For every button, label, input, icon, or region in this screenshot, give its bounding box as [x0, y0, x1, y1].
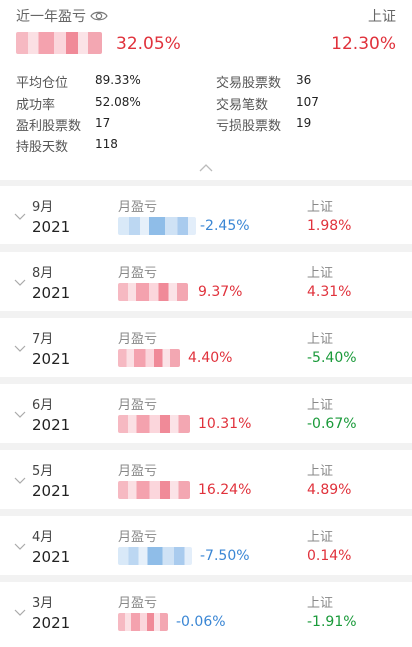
stat-success-rate-label: 成功率: [16, 98, 56, 113]
monthly-pnl-label: 月盈亏: [118, 398, 158, 413]
monthly-pnl-label: 月盈亏: [118, 464, 158, 479]
masked-amount: [118, 415, 190, 433]
stat-trade-count-value: 107: [296, 95, 319, 109]
month-card-sep[interactable]: 9月 2021 月盈亏 -2.45% 上证 1.98%: [0, 186, 412, 244]
chevron-down-icon[interactable]: [14, 477, 26, 485]
benchmark-return: 12.30%: [331, 34, 396, 54]
monthly-pnl-label: 月盈亏: [118, 530, 158, 545]
benchmark-label: 上证: [368, 9, 396, 25]
masked-amount: [118, 217, 196, 235]
benchmark-value: 4.89%: [307, 482, 352, 498]
stat-trade-count-label: 交易笔数: [216, 98, 269, 113]
stat-avg-position-label: 平均仓位: [16, 76, 69, 91]
chevron-down-icon[interactable]: [14, 411, 26, 419]
masked-amount: [118, 283, 188, 301]
month-label: 8月: [32, 266, 54, 281]
monthly-return: 9.37%: [198, 284, 243, 300]
monthly-pnl-label: 月盈亏: [118, 332, 158, 347]
chevron-down-icon[interactable]: [14, 609, 26, 617]
monthly-return: -2.45%: [200, 218, 250, 234]
benchmark-value: 0.14%: [307, 548, 352, 564]
month-label: 3月: [32, 596, 54, 611]
stat-holding-days-value: 118: [95, 137, 118, 151]
stat-loss-stocks-value: 19: [296, 116, 312, 130]
monthly-return: -0.06%: [176, 614, 226, 630]
month-card-jul[interactable]: 7月 2021 月盈亏 4.40% 上证 -5.40%: [0, 318, 412, 377]
masked-amount: [16, 32, 102, 54]
benchmark-label: 上证: [307, 464, 334, 479]
month-label: 9月: [32, 200, 54, 215]
benchmark-value: 1.98%: [307, 218, 352, 234]
month-card-aug[interactable]: 8月 2021 月盈亏 9.37% 上证 4.31%: [0, 252, 412, 311]
chevron-up-icon[interactable]: [199, 163, 213, 173]
masked-amount: [118, 547, 192, 565]
period-title: 近一年盈亏: [16, 6, 108, 26]
masked-amount: [118, 349, 180, 367]
chevron-down-icon[interactable]: [14, 345, 26, 353]
monthly-return: 10.31%: [198, 416, 252, 432]
stat-holding-days-label: 持股天数: [16, 140, 69, 155]
benchmark-value: -1.91%: [307, 614, 357, 630]
stat-traded-stocks-value: 36: [296, 73, 312, 87]
month-label: 4月: [32, 530, 54, 545]
month-card-apr[interactable]: 4月 2021 月盈亏 -7.50% 上证 0.14%: [0, 516, 412, 575]
stat-success-rate-value: 52.08%: [95, 95, 141, 109]
stat-traded-stocks-label: 交易股票数: [216, 76, 282, 91]
monthly-pnl-label: 月盈亏: [118, 200, 158, 215]
year-label: 2021: [32, 218, 71, 236]
year-label: 2021: [32, 416, 71, 434]
benchmark-value: -5.40%: [307, 350, 357, 366]
benchmark-label: 上证: [307, 398, 334, 413]
benchmark-label: 上证: [307, 200, 334, 215]
eye-icon[interactable]: [90, 9, 108, 23]
year-label: 2021: [32, 284, 71, 302]
chevron-down-icon[interactable]: [14, 279, 26, 287]
year-label: 2021: [32, 548, 71, 566]
monthly-pnl-label: 月盈亏: [118, 266, 158, 281]
period-return: 32.05%: [116, 34, 181, 54]
stat-profit-stocks-value: 17: [95, 116, 111, 130]
stat-loss-stocks-label: 亏损股票数: [216, 119, 282, 134]
chevron-down-icon[interactable]: [14, 213, 26, 221]
benchmark-label: 上证: [307, 266, 334, 281]
year-label: 2021: [32, 350, 71, 368]
benchmark-label: 上证: [307, 596, 334, 611]
monthly-return: 4.40%: [188, 350, 233, 366]
year-label: 2021: [32, 614, 71, 632]
month-label: 5月: [32, 464, 54, 479]
month-card-jun[interactable]: 6月 2021 月盈亏 10.31% 上证 -0.67%: [0, 384, 412, 443]
year-label: 2021: [32, 482, 71, 500]
benchmark-value: -0.67%: [307, 416, 357, 432]
monthly-return: -7.50%: [200, 548, 250, 564]
monthly-pnl-label: 月盈亏: [118, 596, 158, 611]
stat-profit-stocks-label: 盈利股票数: [16, 119, 82, 134]
month-label: 7月: [32, 332, 54, 347]
masked-amount: [118, 613, 168, 631]
month-label: 6月: [32, 398, 54, 413]
month-card-may[interactable]: 5月 2021 月盈亏 16.24% 上证 4.89%: [0, 450, 412, 509]
month-card-mar[interactable]: 3月 2021 月盈亏 -0.06% 上证 -1.91%: [0, 582, 412, 647]
stat-avg-position-value: 89.33%: [95, 73, 141, 87]
period-label: 近一年盈亏: [16, 9, 86, 25]
benchmark-label: 上证: [307, 332, 334, 347]
masked-amount: [118, 481, 190, 499]
summary-panel: 近一年盈亏 上证 32.05% 12.30% 平均仓位 89.33% 交易股票数…: [0, 0, 412, 180]
chevron-down-icon[interactable]: [14, 543, 26, 551]
benchmark-value: 4.31%: [307, 284, 352, 300]
monthly-return: 16.24%: [198, 482, 252, 498]
benchmark-label: 上证: [307, 530, 334, 545]
